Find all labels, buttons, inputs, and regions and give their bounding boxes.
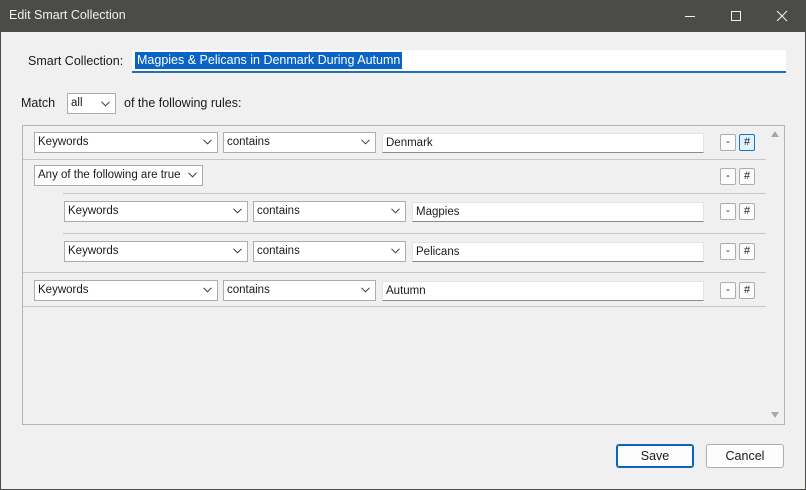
rule-1-operator-select[interactable]: contains (223, 132, 376, 153)
group-rule-2-value-input[interactable]: Pelicans (412, 242, 704, 262)
chevron-down-icon (203, 139, 212, 145)
chevron-down-icon (188, 172, 197, 178)
cancel-button[interactable]: Cancel (706, 444, 784, 468)
minimize-icon (685, 16, 695, 17)
rule-separator (23, 159, 766, 160)
save-button[interactable]: Save (616, 444, 694, 468)
maximize-icon (731, 11, 741, 21)
rule-1-remove-button[interactable]: - (720, 134, 736, 151)
close-icon (776, 10, 788, 22)
match-mode-select[interactable]: all (67, 93, 116, 114)
scroll-down-arrow-icon[interactable] (770, 411, 780, 419)
rule-1-operator-value: contains (227, 136, 270, 148)
chevron-down-icon (233, 208, 242, 214)
chevron-down-icon (391, 248, 400, 254)
window-title: Edit Smart Collection (9, 8, 126, 22)
group-rule-1-value-input[interactable]: Magpies (412, 202, 704, 222)
chevron-down-icon (101, 101, 110, 107)
rule-3-value-input[interactable]: Autumn (382, 281, 704, 301)
dialog-body: Smart Collection: Magpies & Pelicans in … (1, 32, 805, 489)
close-button[interactable] (759, 0, 805, 32)
chevron-down-icon (391, 208, 400, 214)
match-mode-value: all (71, 97, 83, 109)
group-mode-value: Any of the following are true (38, 169, 181, 181)
rule-1-field-value: Keywords (38, 136, 89, 148)
rule-separator (23, 272, 766, 273)
group-rule-1-field-select[interactable]: Keywords (64, 201, 248, 222)
group-rule-2-field-select[interactable]: Keywords (64, 241, 248, 262)
rule-3-operator-select[interactable]: contains (223, 280, 376, 301)
rule-3-field-select[interactable]: Keywords (34, 280, 218, 301)
rule-3-value-text: Autumn (386, 285, 426, 297)
rule-separator (63, 233, 766, 234)
rules-panel: Keywords contains Denmark - # Any of the… (22, 125, 785, 425)
title-bar: Edit Smart Collection (0, 0, 806, 32)
group-rule-1-operator-select[interactable]: contains (253, 201, 406, 222)
group-rule-2-operator-value: contains (257, 245, 300, 257)
rule-1-field-select[interactable]: Keywords (34, 132, 218, 153)
maximize-button[interactable] (713, 0, 759, 32)
rule-1-value-input[interactable]: Denmark (382, 133, 704, 153)
rule-separator (23, 306, 766, 307)
group-rule-2-remove-button[interactable]: - (720, 243, 736, 260)
group-rule-1-remove-button[interactable]: - (720, 203, 736, 220)
group-rule-2-operator-select[interactable]: contains (253, 241, 406, 262)
group-rule-2-field-value: Keywords (68, 245, 119, 257)
smart-collection-label: Smart Collection: (28, 54, 124, 68)
rule-3-remove-button[interactable]: - (720, 282, 736, 299)
rule-3-add-button[interactable]: # (739, 282, 755, 299)
group-rule-1-add-button[interactable]: # (739, 203, 755, 220)
rule-1-add-button[interactable]: # (739, 134, 755, 151)
rule-3-field-value: Keywords (38, 284, 89, 296)
rules-scrollbar[interactable] (767, 127, 783, 423)
chevron-down-icon (361, 287, 370, 293)
group-mode-select[interactable]: Any of the following are true (34, 165, 203, 186)
match-label: Match (21, 96, 56, 110)
chevron-down-icon (361, 139, 370, 145)
scroll-up-arrow-icon[interactable] (770, 130, 780, 138)
chevron-down-icon (233, 248, 242, 254)
group-rule-2-value-text: Pelicans (416, 246, 460, 258)
smart-collection-name-value: Magpies & Pelicans in Denmark During Aut… (135, 52, 403, 69)
group-rule-1-value-text: Magpies (416, 206, 460, 218)
match-suffix-label: of the following rules: (124, 96, 242, 110)
rule-3-operator-value: contains (227, 284, 270, 296)
group-rule-1-field-value: Keywords (68, 205, 119, 217)
group-add-button[interactable]: # (739, 168, 755, 185)
group-rule-1-operator-value: contains (257, 205, 300, 217)
rule-1-value-text: Denmark (386, 137, 433, 149)
group-rule-2-add-button[interactable]: # (739, 243, 755, 260)
chevron-down-icon (203, 287, 212, 293)
rule-separator (63, 193, 766, 194)
minimize-button[interactable] (667, 0, 713, 32)
smart-collection-name-input[interactable]: Magpies & Pelicans in Denmark During Aut… (132, 50, 786, 73)
group-remove-button[interactable]: - (720, 168, 736, 185)
